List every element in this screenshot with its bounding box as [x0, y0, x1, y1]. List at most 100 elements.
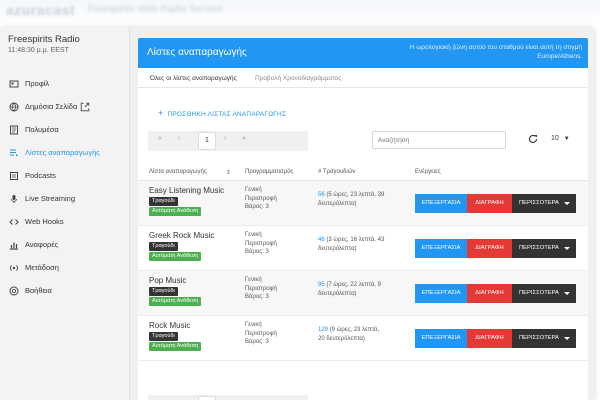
song-count-link[interactable]: 95	[318, 282, 325, 288]
sidebar-item-media[interactable]: Πολυμέσα	[0, 118, 129, 141]
delete-button[interactable]: ΔΙΑΓΡΑΦΗ	[467, 329, 512, 348]
schedule-mode: Περιστροφή	[245, 195, 277, 202]
sort-icon[interactable]: ⇕	[226, 169, 231, 176]
column-header-actions: Ενέργειες	[415, 169, 441, 175]
profile-icon	[8, 78, 20, 90]
station-name: Freespirits Radio	[8, 34, 80, 45]
duration-text: (7 ώρες, 22 λεπτά, 9	[326, 282, 381, 288]
tab-schedule-view[interactable]: Προβολή Χρονοδιαγράμματος	[255, 75, 341, 82]
schedule-info: Γενική Περιστροφή Βάρος: 3	[245, 231, 277, 257]
schedule-mode: Περιστροφή	[245, 240, 277, 247]
duration-text-cont: δευτερόλεπτα)	[318, 200, 357, 207]
edit-button[interactable]: ΕΠΕΞΕΡΓΑΣΙΑ	[415, 194, 467, 213]
add-playlist-button[interactable]: + ΠΡΟΣΘΗΚΗ ΛΙΣΤΑΣ ΑΝΑΠΑΡΑΓΩΓΗΣ	[158, 108, 286, 118]
edit-button[interactable]: ΕΠΕΞΕΡΓΑΣΙΑ	[415, 239, 467, 258]
sidebar-item-profile[interactable]: Προφίλ	[0, 72, 129, 95]
delete-button[interactable]: ΔΙΑΓΡΑΦΗ	[467, 284, 512, 303]
schedule-info: Γενική Περιστροφή Βάρος: 3	[245, 321, 277, 347]
sidebar: Freespirits Radio 11:48:30 μ.μ. EEST Προ…	[0, 28, 130, 400]
more-label: ΠΕΡΙΣΣΟΤΕΡΑ	[519, 290, 559, 296]
schedule-weight: Βάρος: 3	[245, 294, 269, 300]
edit-button[interactable]: ΕΠΕΞΕΡΓΑΣΙΑ	[415, 284, 467, 303]
song-count-link[interactable]: 129	[318, 327, 328, 333]
page-next-button[interactable]: ›	[224, 135, 226, 142]
page-last-button[interactable]: »	[242, 135, 246, 142]
schedule-type: Γενική	[245, 187, 262, 193]
sidebar-item-playlists[interactable]: Λίστες αναπαραγωγής	[0, 141, 129, 164]
more-button[interactable]: ΠΕΡΙΣΣΟΤΕΡΑ	[512, 284, 576, 303]
page-current-button[interactable]: 1	[198, 132, 216, 150]
song-count-link[interactable]: 46	[318, 237, 325, 243]
schedule-type: Γενική	[245, 232, 262, 238]
table-row: Rock Music Τραγούδι Αυτόματη Ανάθεση Γεν…	[138, 316, 588, 361]
type-badge: Τραγούδι	[149, 242, 178, 251]
caret-down-icon	[564, 202, 570, 205]
sidebar-item-label: Πολυμέσα	[25, 125, 59, 134]
schedule-info: Γενική Περιστροφή Βάρος: 3	[245, 276, 277, 302]
caret-down-icon	[564, 247, 570, 250]
sidebar-item-label: Βοήθεια	[25, 286, 52, 295]
duration-text-cont: δευτερόλεπτα)	[318, 245, 357, 252]
delete-button[interactable]: ΔΙΑΓΡΑΦΗ	[467, 239, 512, 258]
duration-text-cont: 20 δευτερόλεπτα)	[318, 335, 365, 342]
playlist-name: Pop Music	[149, 276, 187, 285]
sidebar-item-podcasts[interactable]: Podcasts	[0, 164, 129, 187]
external-link-icon	[81, 102, 90, 111]
sidebar-item-label: Λίστες αναπαραγωγής	[25, 148, 100, 157]
song-count-info: 95 (7 ώρες, 22 λεπτά, 9 δευτερόλεπτα)	[318, 281, 408, 298]
caret-down-icon	[564, 337, 570, 340]
caret-down-icon: ▼	[563, 136, 570, 142]
duration-text: (3 ώρες, 16 λεπτά, 43	[326, 237, 385, 243]
edit-button[interactable]: ΕΠΕΞΕΡΓΑΣΙΑ	[415, 329, 467, 348]
sidebar-item-broadcasting[interactable]: Μετάδοση	[0, 256, 129, 279]
playlist-name: Easy Listening Music	[149, 186, 225, 195]
brand-logo-text: azuracast	[6, 2, 76, 18]
page-first-button[interactable]: «	[158, 135, 162, 142]
schedule-weight: Βάρος: 3	[245, 249, 269, 255]
plus-icon: +	[158, 108, 164, 118]
tab-all-playlists[interactable]: Όλες οι λίστες αναπαραγωγής	[150, 75, 237, 82]
auto-assign-badge: Αυτόματη Ανάθεση	[149, 342, 202, 351]
timezone-notice-zone: Europe/Athens.	[537, 53, 582, 60]
more-button[interactable]: ΠΕΡΙΣΣΟΤΕΡΑ	[512, 329, 576, 348]
page-current-button[interactable]: 1	[198, 396, 216, 400]
delete-button[interactable]: ΔΙΑΓΡΑΦΗ	[467, 194, 512, 213]
column-header-song-count: # Τραγουδιών	[318, 169, 356, 175]
sidebar-item-label: Podcasts	[25, 171, 56, 180]
song-count-info: 56 (5 ώρες, 23 λεπτά, 39 δευτερόλεπτα)	[318, 191, 408, 208]
page-prev-button[interactable]: ‹	[178, 135, 180, 142]
schedule-mode: Περιστροφή	[245, 330, 277, 337]
playlist-name: Greek Rock Music	[149, 231, 215, 240]
main-content: Λίστες αναπαραγωγής Η ωρολογιακή ζώνη αυ…	[130, 28, 594, 400]
table-row: Greek Rock Music Τραγούδι Αυτόματη Ανάθε…	[138, 226, 588, 271]
sidebar-item-web-hooks[interactable]: Web Hooks	[0, 210, 129, 233]
sidebar-item-label: Αναφορές	[25, 240, 59, 249]
more-label: ΠΕΡΙΣΣΟΤΕΡΑ	[519, 335, 559, 341]
schedule-type: Γενική	[245, 277, 262, 283]
column-header-playlist[interactable]: Λίστα αναπαραγωγής	[149, 169, 207, 175]
sidebar-item-help[interactable]: Βοήθεια	[0, 279, 129, 302]
sidebar-nav: Προφίλ Δημόσια Σελίδα Πολυμέσα Λίστες αν…	[0, 72, 129, 302]
app-window: Freespirits Radio 11:48:30 μ.μ. EEST Προ…	[0, 28, 594, 400]
more-button[interactable]: ΠΕΡΙΣΣΟΤΕΡΑ	[512, 239, 576, 258]
schedule-weight: Βάρος: 3	[245, 204, 269, 210]
schedule-info: Γενική Περιστροφή Βάρος: 3	[245, 186, 277, 212]
song-count-link[interactable]: 56	[318, 192, 325, 198]
duration-text: (5 ώρες, 23 λεπτά, 39	[326, 192, 385, 198]
per-page-select[interactable]: 10 ▼	[551, 135, 570, 142]
brand-tagline: Freespirits Web Radio Service	[88, 4, 223, 15]
sidebar-item-reports[interactable]: Αναφορές	[0, 233, 129, 256]
more-button[interactable]: ΠΕΡΙΣΣΟΤΕΡΑ	[512, 194, 576, 213]
app-header: azuracast Freespirits Web Radio Service	[0, 0, 600, 26]
sidebar-item-live-streaming[interactable]: Live Streaming	[0, 187, 129, 210]
sidebar-item-label: Προφίλ	[25, 79, 50, 88]
sidebar-item-public-page[interactable]: Δημόσια Σελίδα	[0, 95, 129, 118]
search-input[interactable]	[372, 131, 506, 149]
table-row: Pop Music Τραγούδι Αυτόματη Ανάθεση Γενι…	[138, 271, 588, 316]
tab-bar: Όλες οι λίστες αναπαραγωγής Προβολή Χρον…	[138, 68, 588, 88]
refresh-icon[interactable]	[528, 134, 538, 144]
auto-assign-badge: Αυτόματη Ανάθεση	[149, 297, 202, 306]
schedule-mode: Περιστροφή	[245, 285, 277, 292]
chart-icon	[8, 239, 20, 251]
timezone-notice-line: Η ωρολογιακή ζώνη αυτού του σταθμού είνα…	[409, 44, 582, 51]
